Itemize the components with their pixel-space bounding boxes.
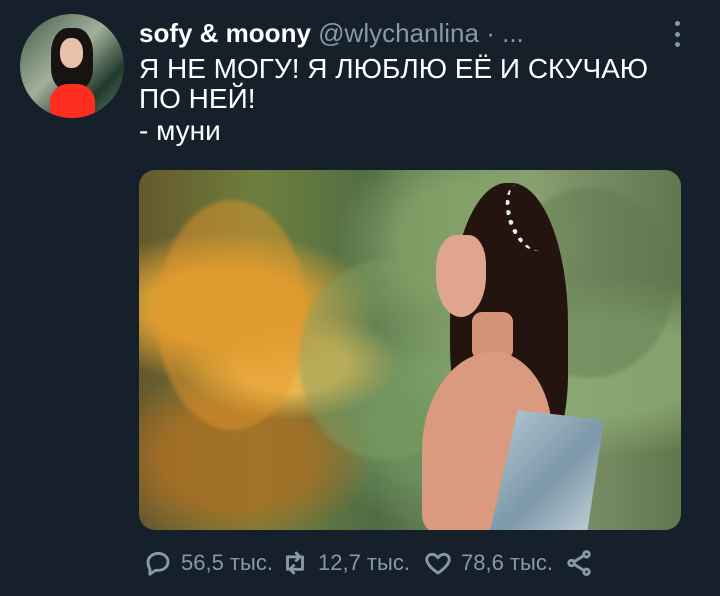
author-username[interactable]: @wlychanlina — [318, 18, 479, 48]
tweet-photo[interactable] — [139, 170, 681, 530]
heart-icon — [425, 552, 451, 575]
avatar-red-dress-shape — [50, 84, 95, 118]
retweet-icon — [286, 551, 304, 575]
author-avatar[interactable] — [20, 14, 124, 118]
tweet-card[interactable]: sofy & moony @wlychanlina · ... Я НЕ МОГ… — [0, 0, 720, 596]
header-separator: · — [486, 18, 495, 48]
tweet-actions: 56,5 тыс. 12,7 тыс. 78,6 тыс. — [143, 548, 598, 582]
share-icon — [567, 550, 591, 576]
tweet-text-main: Я НЕ МОГУ! Я ЛЮБЛЮ ЕЁ И СКУЧАЮ ПО НЕЙ! — [139, 53, 649, 114]
tweet-text: Я НЕ МОГУ! Я ЛЮБЛЮ ЕЁ И СКУЧАЮ ПО НЕЙ! -… — [139, 54, 689, 146]
tweet-header: sofy & moony @wlychanlina · ... — [139, 18, 524, 48]
like-button[interactable]: 78,6 тыс. — [423, 548, 553, 578]
share-button[interactable] — [564, 548, 594, 578]
autumn-tree-shape — [157, 200, 307, 430]
retweet-button[interactable]: 12,7 тыс. — [280, 548, 410, 578]
author-display-name[interactable]: sofy & moony — [139, 18, 311, 48]
more-options-button[interactable] — [668, 19, 686, 49]
truncated-timestamp: ... — [502, 18, 524, 48]
like-count: 78,6 тыс. — [461, 550, 553, 575]
avatar-face-shape — [60, 38, 83, 68]
face-profile-shape — [436, 235, 486, 317]
retweet-count: 12,7 тыс. — [318, 550, 410, 575]
more-vertical-icon — [674, 42, 680, 47]
woman-silhouette — [414, 177, 609, 530]
tweet-text-signature: - муни — [139, 115, 221, 146]
reply-icon — [146, 551, 170, 576]
reply-count: 56,5 тыс. — [181, 550, 273, 575]
more-vertical-icon — [674, 31, 680, 37]
reply-button[interactable]: 56,5 тыс. — [143, 548, 273, 578]
more-vertical-icon — [674, 21, 680, 26]
